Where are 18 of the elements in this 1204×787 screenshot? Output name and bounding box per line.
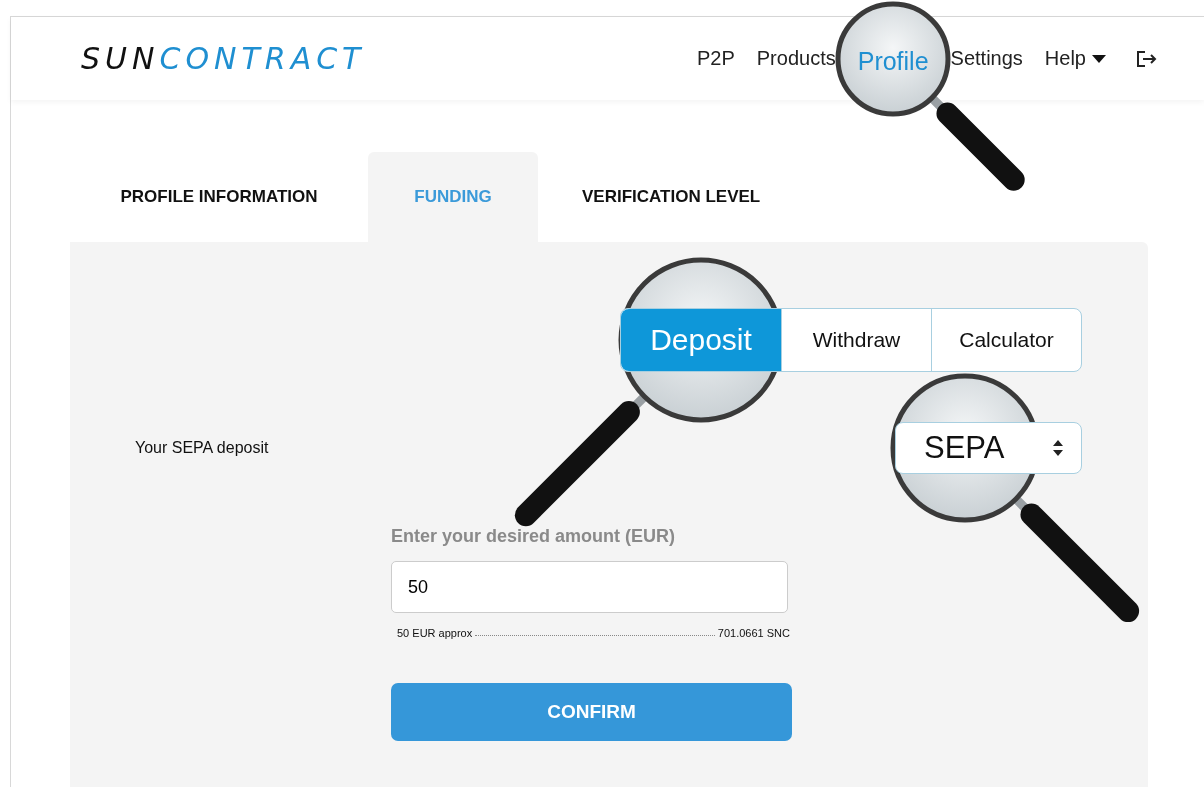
segment-button[interactable]: Calculator — [931, 309, 1081, 371]
logout-icon[interactable] — [1136, 49, 1158, 68]
nav-link[interactable]: Products — [756, 47, 836, 70]
tab[interactable]: PROFILE INFORMATION — [70, 152, 368, 242]
logo[interactable]: SUNCONTRACT — [81, 41, 366, 76]
method-select[interactable]: SEPA — [895, 422, 1082, 474]
conversion-text: 50 EUR approx — [397, 627, 473, 639]
field-label: Enter your desired amount (EUR) — [391, 526, 677, 547]
tab[interactable]: VERIFICATION LEVEL — [538, 152, 805, 242]
nav-link[interactable]: Settings — [950, 47, 1023, 70]
caret-icon — [1092, 54, 1106, 63]
nav-link[interactable]: P2P — [696, 47, 735, 70]
sort-arrows-icon — [1053, 440, 1063, 456]
amount-field[interactable]: 50 — [391, 561, 788, 613]
conversion-result: 701.0661 SNC — [717, 627, 790, 639]
section-label: Your SEPA deposit — [135, 439, 269, 457]
segment-button[interactable]: Withdraw — [781, 309, 931, 371]
nav-dropdown[interactable]: Help — [1044, 47, 1106, 70]
